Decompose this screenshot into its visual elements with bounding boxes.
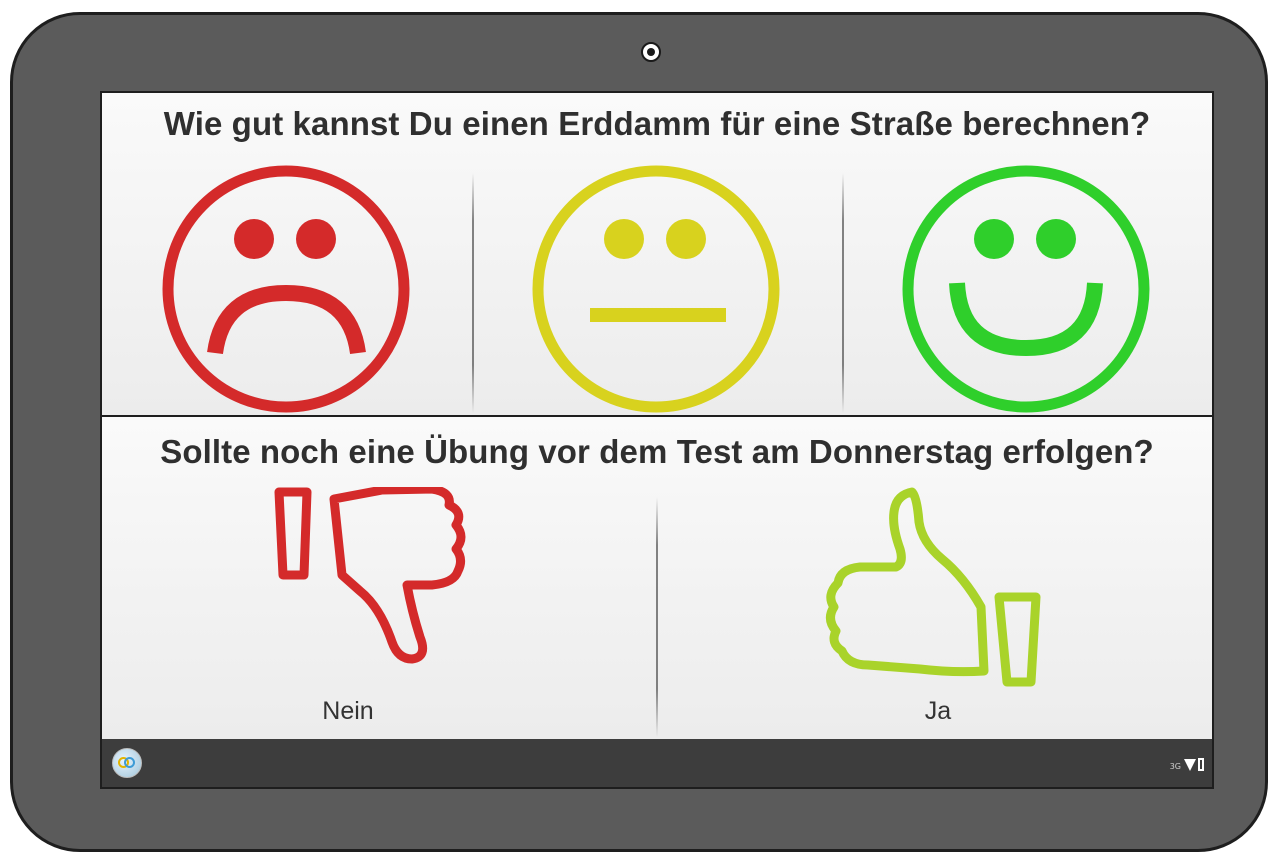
divider	[656, 497, 658, 737]
answer-yes-label: Ja	[924, 697, 952, 725]
sad-face-icon	[162, 165, 410, 413]
tablet-frame: Wie gut kannst Du einen Erddamm für eine…	[10, 12, 1268, 852]
question-1-text: Wie gut kannst Du einen Erddamm für eine…	[163, 105, 1151, 142]
screen: Wie gut kannst Du einen Erddamm für eine…	[100, 91, 1214, 789]
rating-neutral-button[interactable]	[530, 163, 782, 415]
question-2-panel: Sollte noch eine Übung vor dem Test am D…	[102, 417, 1212, 739]
question-1-panel: Wie gut kannst Du einen Erddamm für eine…	[102, 93, 1212, 417]
rating-bad-button[interactable]	[160, 163, 412, 415]
question-2-text: Sollte noch eine Übung vor dem Test am D…	[160, 433, 1154, 470]
battery-icon	[1198, 758, 1204, 771]
happy-face-icon	[902, 165, 1150, 413]
status-indicators: 3G	[1170, 753, 1204, 771]
rating-good-button[interactable]	[900, 163, 1152, 415]
network-label: 3G	[1169, 762, 1181, 771]
signal-icon	[1184, 759, 1196, 771]
divider	[472, 173, 474, 413]
answer-no-label: Nein	[322, 697, 374, 725]
thumbs-down-icon	[274, 487, 466, 664]
answer-no-button[interactable]: Nein	[272, 487, 492, 739]
thumbs-up-icon	[826, 487, 1041, 687]
divider	[842, 173, 844, 413]
taskbar: 3G	[102, 739, 1212, 787]
camera-icon	[641, 42, 661, 62]
home-app-icon[interactable]	[112, 748, 142, 778]
answer-yes-button[interactable]: Ja	[824, 487, 1054, 739]
neutral-face-icon	[532, 165, 780, 413]
